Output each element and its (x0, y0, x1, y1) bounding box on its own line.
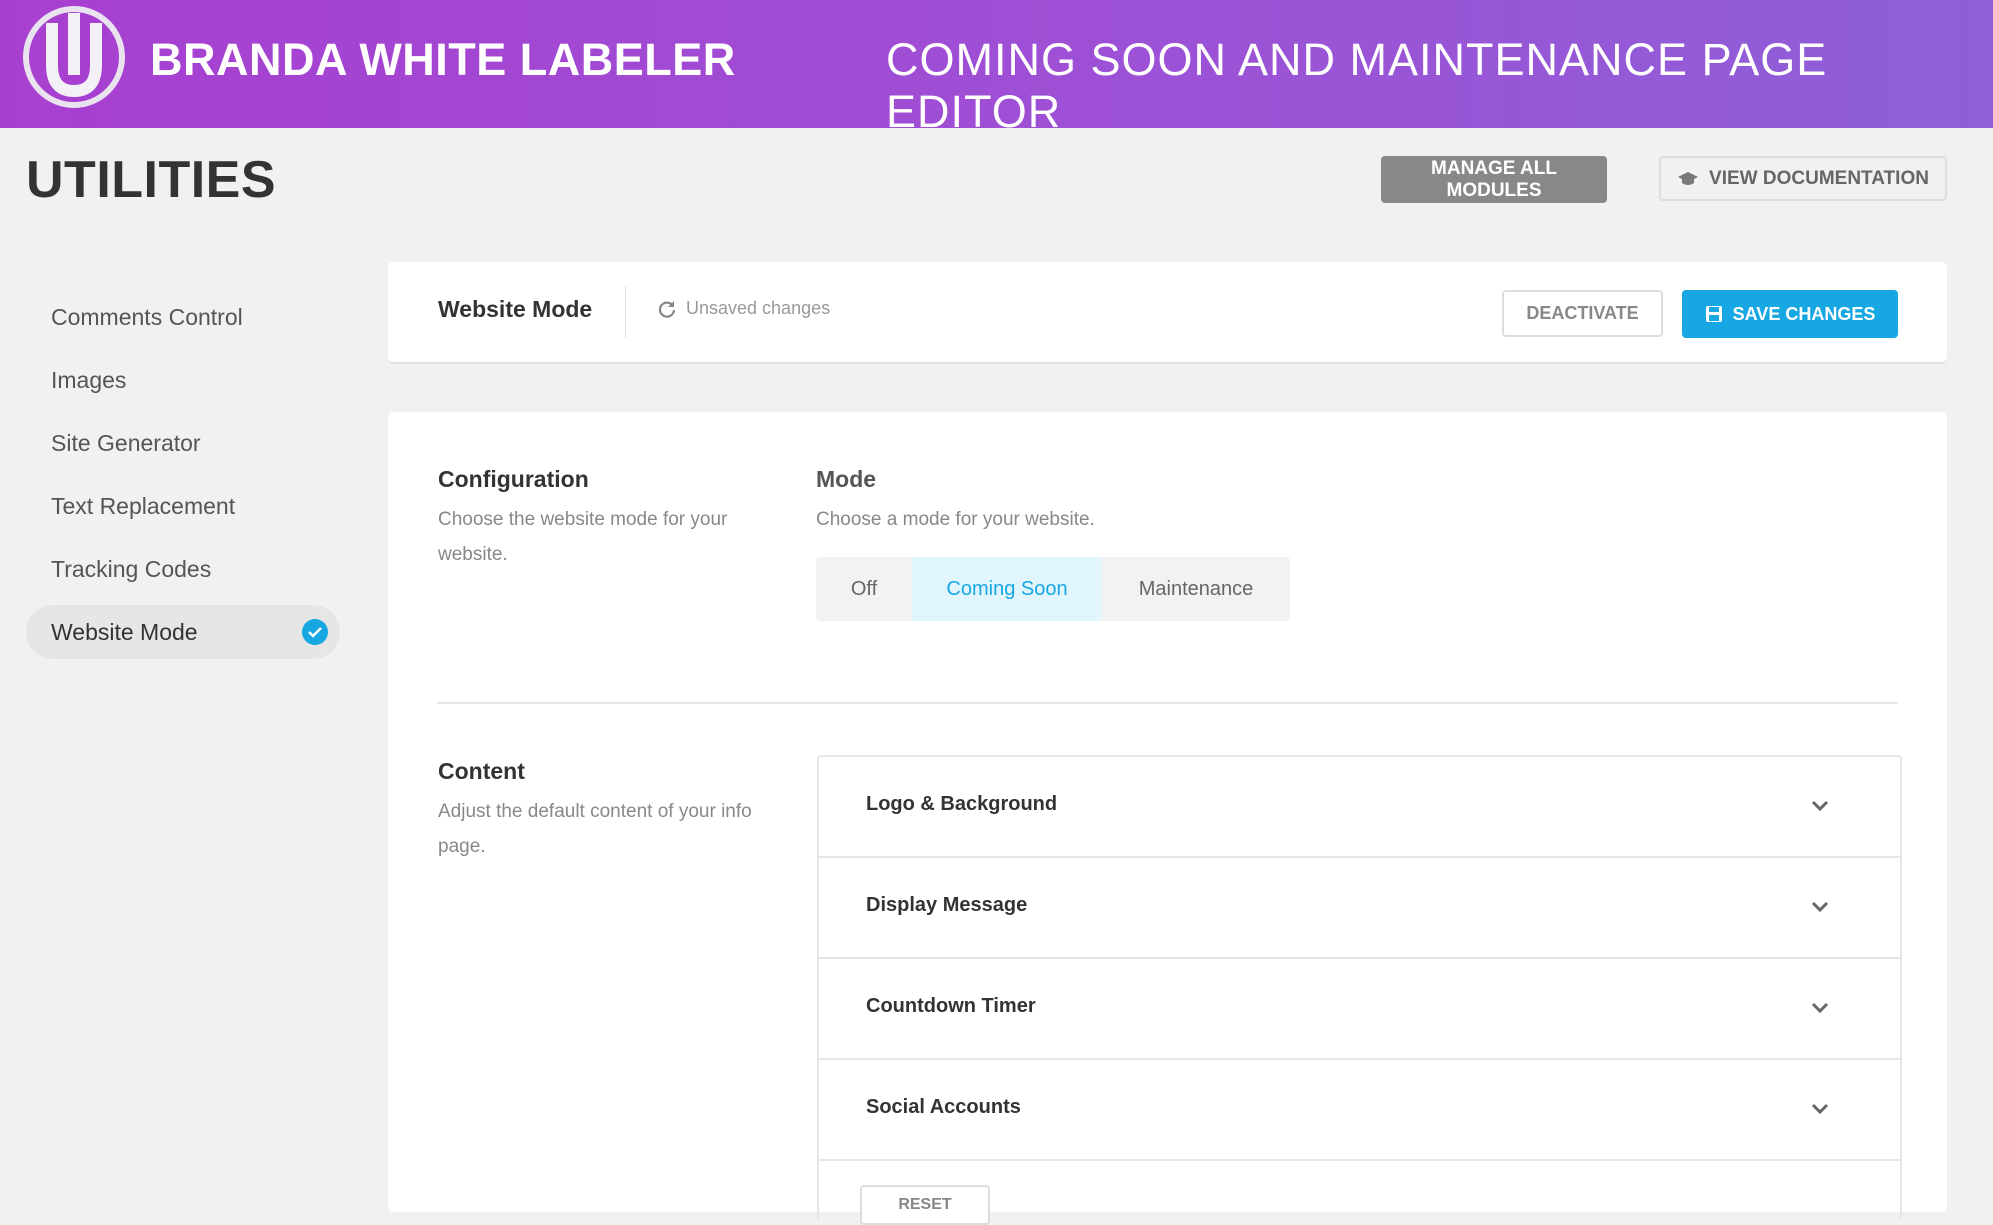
sidebar-item-label: Website Mode (51, 618, 198, 645)
configuration-title: Configuration (438, 466, 589, 492)
accordion-logo-background[interactable]: Logo & Background (819, 757, 1900, 858)
page-title: UTILITIES (26, 151, 277, 209)
banner-subtitle: COMING SOON AND MAINTENANCE PAGE EDITOR (886, 34, 1828, 137)
accordion-countdown-timer[interactable]: Countdown Timer (819, 959, 1900, 1060)
chevron-down-icon (1811, 800, 1829, 812)
sidebar-item-website-mode[interactable]: Website Mode (26, 605, 340, 659)
header-divider (625, 286, 626, 338)
accordion-label: Countdown Timer (866, 995, 1036, 1017)
view-documentation-button[interactable]: VIEW DOCUMENTATION (1659, 156, 1947, 201)
mode-selector: Off Coming Soon Maintenance (816, 557, 1290, 621)
sidebar-item-label: Images (51, 366, 127, 393)
content-accordion: Logo & Background Display Message Countd… (817, 755, 1902, 1225)
accordion-label: Logo & Background (866, 793, 1058, 815)
mode-option-maintenance[interactable]: Maintenance (1102, 557, 1290, 621)
sidebar-item-comments-control[interactable]: Comments Control (26, 290, 340, 344)
sidebar-item-label: Site Generator (51, 429, 201, 456)
configuration-description: Choose the website mode for your website… (438, 509, 728, 565)
mode-option-coming-soon[interactable]: Coming Soon (912, 557, 1102, 621)
accordion-label: Social Accounts (866, 1096, 1021, 1118)
content-description: Adjust the default content of your info … (438, 801, 752, 857)
main-panel: Configuration Choose the website mode fo… (388, 412, 1947, 1225)
unsaved-label: Unsaved changes (686, 298, 831, 318)
branda-logo-icon (23, 6, 125, 108)
accordion-label: Display Message (866, 894, 1028, 916)
reset-button[interactable]: RESET (860, 1185, 990, 1225)
sidebar-item-label: Tracking Codes (51, 555, 212, 582)
manage-all-modules-button[interactable]: MANAGE ALL MODULES (1381, 156, 1607, 203)
check-icon (302, 619, 328, 645)
module-header: Website Mode Unsaved changes DEACTIVATE … (388, 262, 1947, 362)
graduation-cap-icon (1678, 171, 1699, 185)
section-divider (437, 702, 1898, 704)
mode-title: Mode (816, 466, 877, 492)
top-banner: BRANDA WHITE LABELER COMING SOON AND MAI… (0, 0, 1993, 137)
refresh-icon (658, 300, 676, 318)
sidebar-item-label: Comments Control (51, 303, 243, 330)
save-icon (1705, 306, 1722, 322)
save-changes-label: SAVE CHANGES (1732, 303, 1876, 324)
sidebar-item-images[interactable]: Images (26, 353, 340, 407)
view-documentation-label: VIEW DOCUMENTATION (1709, 167, 1929, 189)
chevron-down-icon (1811, 1002, 1829, 1014)
sidebar-item-label: Text Replacement (51, 492, 236, 519)
sidebar: Comments Control Images Site Generator T… (26, 290, 340, 668)
accordion-footer: RESET (819, 1161, 1900, 1225)
sidebar-item-site-generator[interactable]: Site Generator (26, 416, 340, 470)
chevron-down-icon (1811, 901, 1829, 913)
mode-description: Choose a mode for your website. (816, 509, 1095, 530)
content-title: Content (438, 758, 525, 784)
chevron-down-icon (1811, 1103, 1829, 1115)
brand-name: BRANDA WHITE LABELER (150, 34, 736, 85)
module-title: Website Mode (438, 296, 593, 322)
save-changes-button[interactable]: SAVE CHANGES (1682, 290, 1898, 338)
unsaved-status: Unsaved changes (658, 298, 830, 319)
accordion-social-accounts[interactable]: Social Accounts (819, 1060, 1900, 1161)
accordion-display-message[interactable]: Display Message (819, 858, 1900, 959)
mode-option-off[interactable]: Off (816, 557, 912, 621)
sidebar-item-text-replacement[interactable]: Text Replacement (26, 479, 340, 533)
deactivate-button[interactable]: DEACTIVATE (1502, 290, 1663, 337)
sidebar-item-tracking-codes[interactable]: Tracking Codes (26, 542, 340, 596)
